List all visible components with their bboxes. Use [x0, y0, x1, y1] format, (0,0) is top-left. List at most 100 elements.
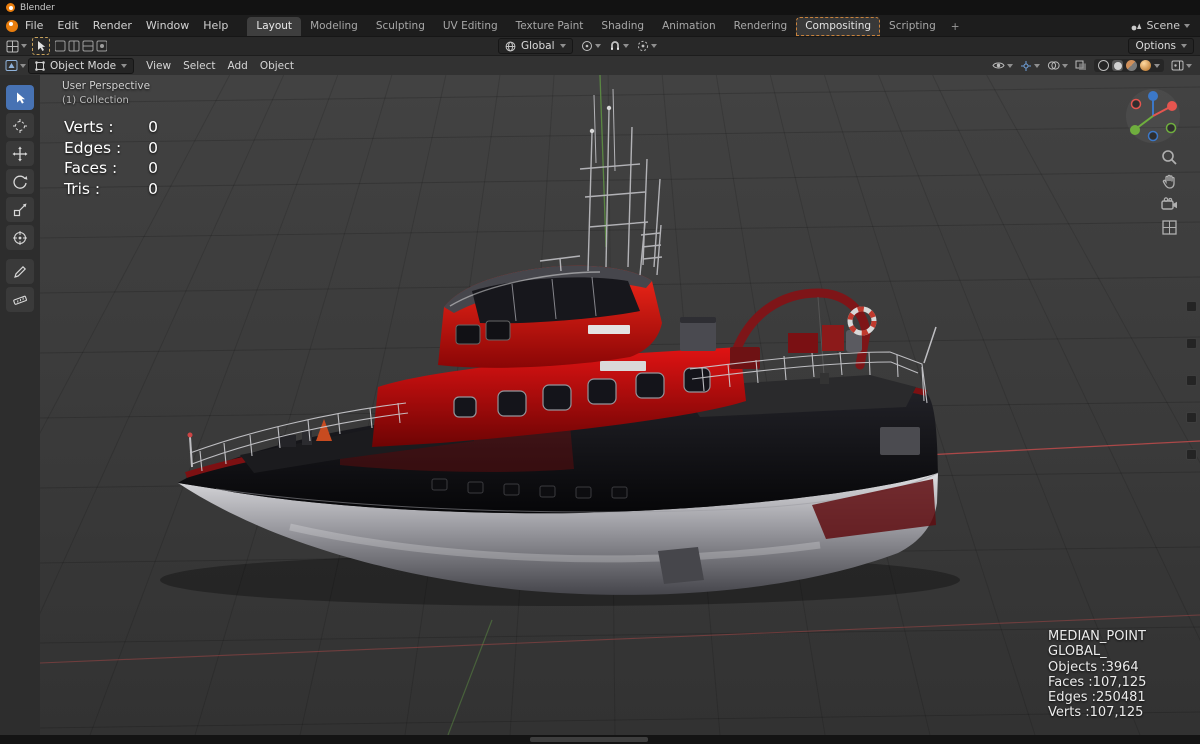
tab-uv-editing[interactable]: UV Editing — [434, 17, 507, 36]
sidebar-icon — [1171, 60, 1184, 71]
timeline-handle[interactable] — [530, 737, 648, 742]
scene-selector[interactable]: Scene — [1130, 19, 1194, 32]
camera-view-button[interactable] — [1161, 197, 1178, 212]
perspective-grid-icon — [1162, 220, 1177, 235]
shading-wireframe-icon[interactable] — [1098, 60, 1109, 71]
right-rail-icon[interactable] — [1186, 375, 1197, 386]
viewport-nav-buttons — [1161, 149, 1178, 236]
tab-animation[interactable]: Animation — [653, 17, 725, 36]
viewport-3d[interactable]: User Perspective (1) Collection Verts :0… — [40, 75, 1200, 735]
menu-select[interactable]: Select — [177, 58, 221, 74]
tab-rendering[interactable]: Rendering — [725, 17, 797, 36]
stat-tris: Tris :0 — [64, 179, 158, 198]
viewport-settings-dropdown[interactable] — [1171, 60, 1192, 71]
editor-type-dropdown[interactable] — [6, 40, 27, 53]
chevron-down-icon — [559, 44, 566, 48]
right-rail-icon[interactable] — [1186, 338, 1197, 349]
tab-modeling[interactable]: Modeling — [301, 17, 367, 36]
chevron-down-icon — [121, 63, 128, 68]
right-rail-icon[interactable] — [1186, 301, 1197, 312]
shading-material-icon[interactable] — [1126, 60, 1137, 71]
menu-object[interactable]: Object — [254, 58, 300, 74]
show-overlays-dropdown[interactable] — [1047, 60, 1068, 71]
toggle-xray-button[interactable] — [1075, 60, 1087, 71]
stat-verts: Verts :0 — [64, 118, 158, 136]
tweak-select-icon — [17, 92, 25, 104]
active-tool-icon[interactable] — [32, 37, 50, 55]
chevron-down-icon — [622, 44, 629, 48]
shading-options-chevron[interactable] — [1154, 63, 1160, 68]
chevron-down-icon — [1181, 44, 1187, 48]
rotate-icon — [13, 175, 28, 189]
axis-gizmo-icon — [1126, 89, 1180, 143]
tool-tweak-button[interactable] — [6, 85, 34, 110]
menu-edit[interactable]: Edit — [50, 17, 85, 34]
tab-compositing[interactable]: Compositing — [796, 17, 881, 36]
object-visibility-dropdown[interactable] — [992, 60, 1013, 71]
options-dropdown[interactable]: Options — [1128, 38, 1194, 54]
solid-sphere — [1113, 61, 1122, 70]
tab-texture-paint[interactable]: Texture Paint — [507, 17, 593, 36]
tab-shading[interactable]: Shading — [592, 17, 653, 36]
hand-icon — [1162, 174, 1175, 189]
chevron-down-icon — [21, 44, 27, 48]
screen-layout-icons — [55, 40, 107, 52]
blender-logo-icon[interactable] — [6, 19, 18, 32]
scene-canvas — [40, 75, 1200, 735]
editor-type-selector[interactable] — [5, 59, 26, 72]
options-label: Options — [1135, 40, 1176, 52]
tab-sculpting[interactable]: Sculpting — [367, 17, 434, 36]
menu-add[interactable]: Add — [221, 58, 253, 74]
view-toggle-group[interactable] — [55, 40, 107, 52]
scene-name: Scene — [1146, 19, 1180, 32]
right-rail-icon[interactable] — [1186, 449, 1197, 460]
crane — [730, 288, 871, 384]
mode-dropdown[interactable]: Object Mode — [28, 57, 135, 74]
blender-window: Blender File Edit Render Window Help Lay… — [0, 0, 1200, 744]
stat-faces: Faces :0 — [64, 159, 158, 177]
tool-move-button[interactable] — [6, 141, 34, 166]
add-workspace-button[interactable]: + — [945, 18, 966, 36]
menu-help[interactable]: Help — [196, 17, 235, 34]
shading-rendered-icon[interactable] — [1140, 60, 1151, 71]
object-mode-icon — [35, 60, 45, 71]
navigation-gizmo[interactable] — [1124, 87, 1182, 145]
pivot-label: MEDIAN_POINT — [1048, 629, 1146, 644]
menu-render[interactable]: Render — [86, 17, 139, 34]
faces-count: Faces :107,125 — [1048, 674, 1147, 690]
chevron-down-icon — [1184, 23, 1190, 28]
pivot-point-dropdown[interactable] — [581, 40, 601, 52]
tool-cursor-button[interactable] — [6, 113, 34, 138]
snapping-toggle[interactable] — [609, 40, 629, 52]
menu-view[interactable]: View — [140, 58, 177, 74]
tool-transform-button[interactable] — [6, 225, 34, 250]
grid-editor-icon — [6, 40, 19, 52]
show-gizmos-dropdown[interactable] — [1020, 60, 1040, 72]
tab-layout[interactable]: Layout — [247, 17, 302, 36]
zoom-button[interactable] — [1161, 149, 1178, 166]
proportional-editing-dropdown[interactable] — [637, 40, 657, 52]
boat-model[interactable] — [160, 88, 960, 606]
tab-scripting[interactable]: Scripting — [880, 17, 945, 36]
toggle-ortho-button[interactable] — [1161, 219, 1178, 236]
scene-icon — [1132, 23, 1142, 30]
tool-scale-button[interactable] — [6, 197, 34, 222]
chevron-down-icon — [1062, 63, 1068, 68]
menu-window[interactable]: Window — [139, 17, 196, 34]
menu-file[interactable]: File — [18, 17, 50, 34]
tool-rotate-button[interactable] — [6, 169, 34, 194]
annotate-pencil-icon — [14, 265, 27, 278]
transform-orientation-dropdown[interactable]: Global — [498, 38, 573, 54]
right-rail-icon[interactable] — [1186, 412, 1197, 423]
xray-icon — [1075, 60, 1086, 70]
pan-button[interactable] — [1161, 173, 1178, 190]
statistics-overlay: Verts :0 Edges :0 Faces :0 Tris :0 — [64, 117, 158, 199]
mode-label: Object Mode — [50, 59, 117, 72]
chevron-down-icon — [594, 44, 601, 48]
shading-solid-icon[interactable] — [1112, 60, 1123, 71]
chevron-down-icon — [1186, 63, 1192, 68]
tool-annotate-button[interactable] — [6, 259, 34, 284]
tool-measure-button[interactable] — [6, 287, 34, 312]
proportional-editing-icon — [637, 40, 648, 52]
status-bar — [0, 735, 1200, 744]
